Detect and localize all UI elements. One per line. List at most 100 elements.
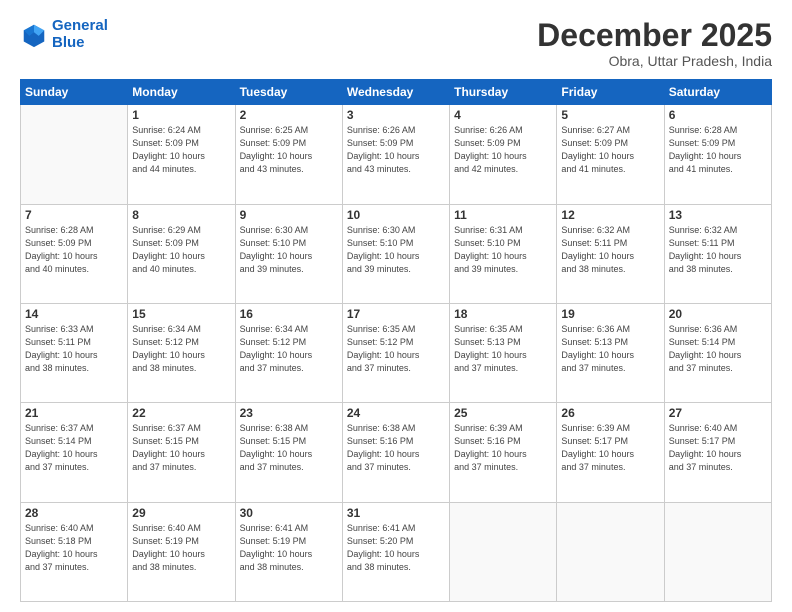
day-number: 12 [561, 208, 659, 222]
month-title: December 2025 [537, 18, 772, 53]
calendar-cell: 31 Sunrise: 6:41 AMSunset: 5:20 PMDayligh… [342, 502, 449, 601]
col-tuesday: Tuesday [235, 80, 342, 105]
calendar-cell: 26 Sunrise: 6:39 AMSunset: 5:17 PMDayligh… [557, 403, 664, 502]
calendar-cell: 1Sunrise: 6:24 AMSunset: 5:09 PMDaylight… [128, 105, 235, 204]
day-info: Sunrise: 6:35 AMSunset: 5:12 PMDaylight:… [347, 323, 445, 375]
day-info: Sunrise: 6:38 AMSunset: 5:16 PMDaylight:… [347, 422, 445, 474]
day-info: Sunrise: 6:36 AMSunset: 5:14 PMDaylight:… [669, 323, 767, 375]
calendar-cell: 8Sunrise: 6:29 AMSunset: 5:09 PMDaylight… [128, 204, 235, 303]
calendar-cell: 20 Sunrise: 6:36 AMSunset: 5:14 PMDayligh… [664, 303, 771, 402]
calendar-cell: 24 Sunrise: 6:38 AMSunset: 5:16 PMDayligh… [342, 403, 449, 502]
day-info: Sunrise: 6:31 AMSunset: 5:10 PMDaylight:… [454, 224, 552, 276]
day-info: Sunrise: 6:28 AMSunset: 5:09 PMDaylight:… [669, 124, 767, 176]
day-number: 14 [25, 307, 123, 321]
day-info: Sunrise: 6:41 AMSunset: 5:20 PMDaylight:… [347, 522, 445, 574]
col-wednesday: Wednesday [342, 80, 449, 105]
day-info: Sunrise: 6:34 AMSunset: 5:12 PMDaylight:… [132, 323, 230, 375]
calendar-cell: 11 Sunrise: 6:31 AMSunset: 5:10 PMDayligh… [450, 204, 557, 303]
day-info: Sunrise: 6:26 AMSunset: 5:09 PMDaylight:… [347, 124, 445, 176]
day-number: 18 [454, 307, 552, 321]
calendar-cell: 10Sunrise: 6:30 AMSunset: 5:10 PMDayligh… [342, 204, 449, 303]
day-number: 3 [347, 108, 445, 122]
day-number: 15 [132, 307, 230, 321]
day-number: 26 [561, 406, 659, 420]
col-thursday: Thursday [450, 80, 557, 105]
calendar-cell: 15 Sunrise: 6:34 AMSunset: 5:12 PMDayligh… [128, 303, 235, 402]
calendar-cell: 3 Sunrise: 6:26 AMSunset: 5:09 PMDaylight… [342, 105, 449, 204]
calendar-cell [557, 502, 664, 601]
day-number: 16 [240, 307, 338, 321]
day-info: Sunrise: 6:32 AMSunset: 5:11 PMDaylight:… [561, 224, 659, 276]
calendar-cell: 12 Sunrise: 6:32 AMSunset: 5:11 PMDayligh… [557, 204, 664, 303]
day-number: 21 [25, 406, 123, 420]
calendar-cell: 28 Sunrise: 6:40 AMSunset: 5:18 PMDayligh… [21, 502, 128, 601]
calendar-cell: 22 Sunrise: 6:37 AMSunset: 5:15 PMDayligh… [128, 403, 235, 502]
calendar-week-0: 1Sunrise: 6:24 AMSunset: 5:09 PMDaylight… [21, 105, 772, 204]
day-info: Sunrise: 6:34 AMSunset: 5:12 PMDaylight:… [240, 323, 338, 375]
day-info: Sunrise: 6:25 AMSunset: 5:09 PMDaylight:… [240, 124, 338, 176]
day-info: Sunrise: 6:37 AMSunset: 5:15 PMDaylight:… [132, 422, 230, 474]
day-number: 17 [347, 307, 445, 321]
day-info: Sunrise: 6:27 AMSunset: 5:09 PMDaylight:… [561, 124, 659, 176]
calendar-cell: 25Sunrise: 6:39 AMSunset: 5:16 PMDayligh… [450, 403, 557, 502]
calendar-cell [450, 502, 557, 601]
header-row: Sunday Monday Tuesday Wednesday Thursday… [21, 80, 772, 105]
day-info: Sunrise: 6:24 AMSunset: 5:09 PMDaylight:… [132, 124, 230, 176]
calendar-week-1: 7Sunrise: 6:28 AMSunset: 5:09 PMDaylight… [21, 204, 772, 303]
calendar-week-2: 14Sunrise: 6:33 AMSunset: 5:11 PMDayligh… [21, 303, 772, 402]
header: General Blue December 2025 Obra, Uttar P… [20, 18, 772, 69]
calendar-week-3: 21Sunrise: 6:37 AMSunset: 5:14 PMDayligh… [21, 403, 772, 502]
calendar-table: Sunday Monday Tuesday Wednesday Thursday… [20, 79, 772, 602]
day-number: 10 [347, 208, 445, 222]
day-info: Sunrise: 6:29 AMSunset: 5:09 PMDaylight:… [132, 224, 230, 276]
day-number: 27 [669, 406, 767, 420]
day-number: 22 [132, 406, 230, 420]
day-info: Sunrise: 6:39 AMSunset: 5:17 PMDaylight:… [561, 422, 659, 474]
logo: General Blue [20, 18, 108, 51]
day-info: Sunrise: 6:32 AMSunset: 5:11 PMDaylight:… [669, 224, 767, 276]
day-number: 24 [347, 406, 445, 420]
col-monday: Monday [128, 80, 235, 105]
calendar-cell: 5Sunrise: 6:27 AMSunset: 5:09 PMDaylight… [557, 105, 664, 204]
day-info: Sunrise: 6:30 AMSunset: 5:10 PMDaylight:… [240, 224, 338, 276]
calendar-cell: 30Sunrise: 6:41 AMSunset: 5:19 PMDayligh… [235, 502, 342, 601]
day-number: 13 [669, 208, 767, 222]
calendar-cell [21, 105, 128, 204]
day-info: Sunrise: 6:38 AMSunset: 5:15 PMDaylight:… [240, 422, 338, 474]
day-number: 11 [454, 208, 552, 222]
calendar-cell: 19 Sunrise: 6:36 AMSunset: 5:13 PMDayligh… [557, 303, 664, 402]
day-number: 31 [347, 506, 445, 520]
calendar-cell: 6 Sunrise: 6:28 AMSunset: 5:09 PMDaylight… [664, 105, 771, 204]
calendar-cell: 23 Sunrise: 6:38 AMSunset: 5:15 PMDayligh… [235, 403, 342, 502]
calendar-cell: 7Sunrise: 6:28 AMSunset: 5:09 PMDaylight… [21, 204, 128, 303]
day-info: Sunrise: 6:26 AMSunset: 5:09 PMDaylight:… [454, 124, 552, 176]
day-number: 6 [669, 108, 767, 122]
day-number: 2 [240, 108, 338, 122]
day-info: Sunrise: 6:36 AMSunset: 5:13 PMDaylight:… [561, 323, 659, 375]
day-info: Sunrise: 6:40 AMSunset: 5:19 PMDaylight:… [132, 522, 230, 574]
day-number: 28 [25, 506, 123, 520]
day-info: Sunrise: 6:41 AMSunset: 5:19 PMDaylight:… [240, 522, 338, 574]
day-number: 29 [132, 506, 230, 520]
calendar-cell: 2 Sunrise: 6:25 AMSunset: 5:09 PMDaylight… [235, 105, 342, 204]
logo-general: General [52, 17, 108, 34]
logo-icon [20, 21, 48, 49]
calendar-cell: 21Sunrise: 6:37 AMSunset: 5:14 PMDayligh… [21, 403, 128, 502]
day-info: Sunrise: 6:28 AMSunset: 5:09 PMDaylight:… [25, 224, 123, 276]
day-info: Sunrise: 6:40 AMSunset: 5:17 PMDaylight:… [669, 422, 767, 474]
day-info: Sunrise: 6:35 AMSunset: 5:13 PMDaylight:… [454, 323, 552, 375]
title-area: December 2025 Obra, Uttar Pradesh, India [537, 18, 772, 69]
calendar-cell: 4 Sunrise: 6:26 AMSunset: 5:09 PMDaylight… [450, 105, 557, 204]
day-info: Sunrise: 6:39 AMSunset: 5:16 PMDaylight:… [454, 422, 552, 474]
day-info: Sunrise: 6:40 AMSunset: 5:18 PMDaylight:… [25, 522, 123, 574]
day-number: 4 [454, 108, 552, 122]
calendar-cell: 16 Sunrise: 6:34 AMSunset: 5:12 PMDayligh… [235, 303, 342, 402]
day-number: 19 [561, 307, 659, 321]
calendar-cell: 18 Sunrise: 6:35 AMSunset: 5:13 PMDayligh… [450, 303, 557, 402]
calendar-cell: 9Sunrise: 6:30 AMSunset: 5:10 PMDaylight… [235, 204, 342, 303]
day-number: 20 [669, 307, 767, 321]
calendar-cell [664, 502, 771, 601]
calendar-cell: 17 Sunrise: 6:35 AMSunset: 5:12 PMDayligh… [342, 303, 449, 402]
day-number: 23 [240, 406, 338, 420]
col-sunday: Sunday [21, 80, 128, 105]
